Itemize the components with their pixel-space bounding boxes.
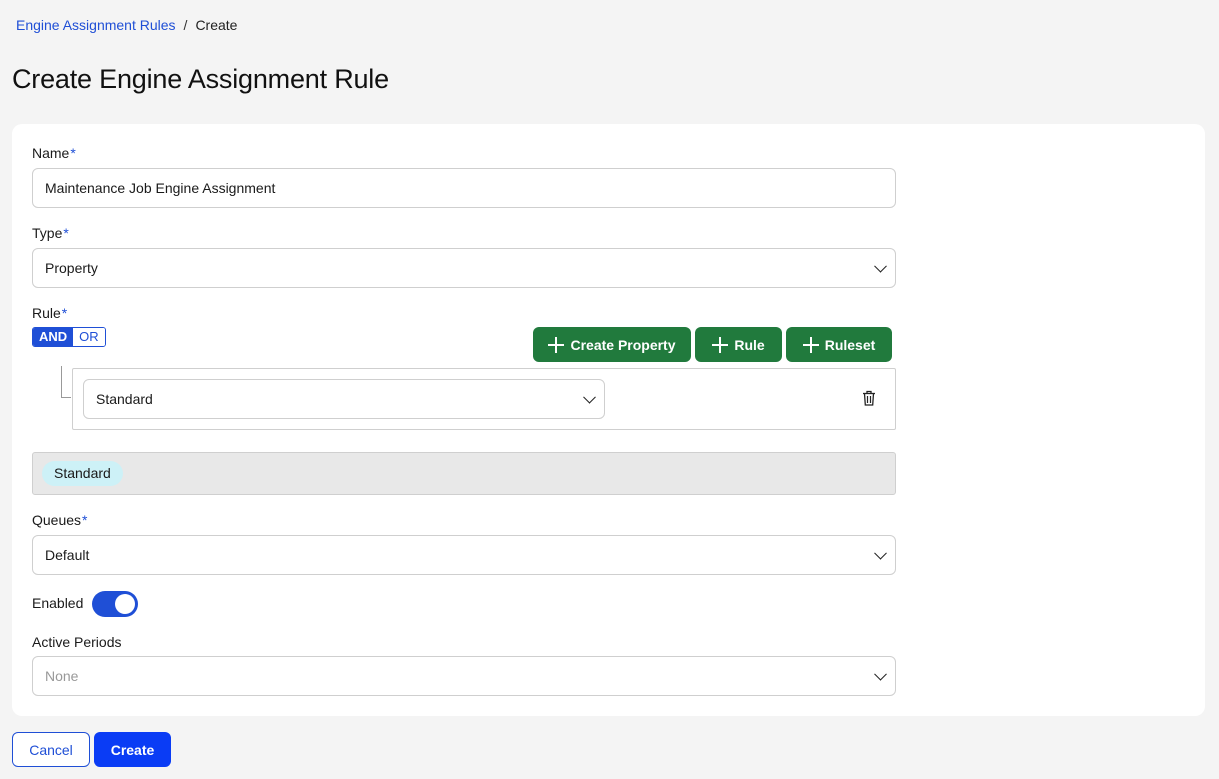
chevron-down-icon <box>874 667 887 681</box>
rule-preview: Standard <box>32 452 896 495</box>
chevron-down-icon <box>874 546 887 560</box>
enabled-label: Enabled <box>32 595 84 611</box>
active-periods-placeholder: None <box>45 668 79 684</box>
name-required-mark: * <box>70 145 76 161</box>
rule-label-text: Rule <box>32 305 61 321</box>
type-label-text: Type <box>32 225 63 241</box>
and-option[interactable]: AND <box>33 328 74 346</box>
add-rule-button-label: Rule <box>734 336 765 353</box>
chevron-down-icon <box>874 259 887 273</box>
type-label: Type* <box>32 225 69 241</box>
create-button[interactable]: Create <box>94 732 171 767</box>
queues-required-mark: * <box>82 512 88 528</box>
create-property-button[interactable]: Create Property <box>533 327 691 362</box>
name-input[interactable]: Maintenance Job Engine Assignment <box>32 168 896 208</box>
type-select-value: Property <box>45 260 98 276</box>
breadcrumb-engine-assignment-rules-link[interactable]: Engine Assignment Rules <box>16 17 176 33</box>
rule-tree-connector <box>61 366 71 398</box>
breadcrumb: Engine Assignment Rules / Create <box>16 17 237 33</box>
type-select[interactable]: Property <box>32 248 896 288</box>
plus-icon <box>712 336 729 353</box>
and-or-toggle: AND OR <box>32 327 106 347</box>
create-property-button-label: Create Property <box>570 336 676 353</box>
breadcrumb-current: Create <box>195 17 238 33</box>
trash-icon[interactable] <box>862 390 876 406</box>
plus-icon <box>548 336 565 353</box>
plus-icon <box>802 336 819 353</box>
name-input-value: Maintenance Job Engine Assignment <box>45 180 276 196</box>
active-periods-label-text: Active Periods <box>32 634 122 650</box>
name-label-text: Name <box>32 145 70 161</box>
active-periods-select[interactable]: None <box>32 656 896 696</box>
cancel-button[interactable]: Cancel <box>12 732 90 767</box>
queues-select[interactable]: Default <box>32 535 896 575</box>
rule-label: Rule* <box>32 305 67 321</box>
queues-label: Queues* <box>32 512 88 528</box>
rule-condition-select[interactable]: Standard <box>83 379 605 419</box>
add-ruleset-button-label: Ruleset <box>824 336 876 353</box>
form-card: Name* Maintenance Job Engine Assignment … <box>12 124 1205 716</box>
name-label: Name* <box>32 145 76 161</box>
add-ruleset-button[interactable]: Ruleset <box>786 327 892 362</box>
queues-label-text: Queues <box>32 512 82 528</box>
breadcrumb-separator: / <box>183 17 188 33</box>
toggle-knob <box>115 594 135 614</box>
queues-select-value: Default <box>45 547 90 563</box>
page-title: Create Engine Assignment Rule <box>12 64 389 94</box>
chevron-down-icon <box>583 390 596 404</box>
rule-condition-value: Standard <box>96 391 153 407</box>
add-rule-button[interactable]: Rule <box>695 327 782 362</box>
active-periods-label: Active Periods <box>32 634 121 650</box>
rule-preview-chip: Standard <box>42 461 123 486</box>
enabled-toggle[interactable] <box>92 591 138 617</box>
type-required-mark: * <box>63 225 69 241</box>
rule-required-mark: * <box>61 305 68 321</box>
or-option[interactable]: OR <box>73 328 105 346</box>
rule-condition-row: Standard <box>72 368 896 430</box>
